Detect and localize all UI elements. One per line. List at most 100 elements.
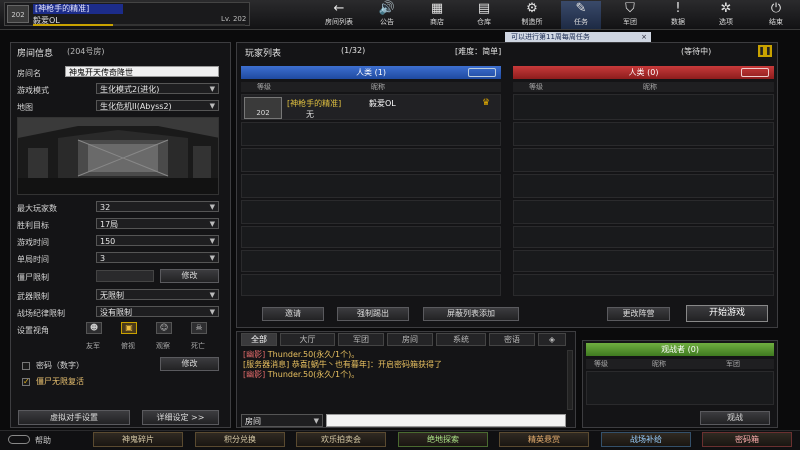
shield-icon: ⛉ (625, 1, 635, 16)
list-item[interactable] (513, 94, 774, 120)
view-setting-label: 设置视角 (17, 326, 49, 335)
discipline-limit-select[interactable]: 没有限制 ▼ (96, 306, 219, 317)
round-time-select[interactable]: 3 ▼ (96, 252, 219, 263)
chat-channel-select[interactable]: 房间 ▼ (241, 414, 323, 427)
footer-explore-button[interactable]: 绝地探索 (398, 432, 488, 447)
swap-team-icon[interactable] (468, 68, 496, 77)
power-icon: ⏻ (770, 1, 782, 16)
help-link[interactable]: 帮助 (35, 435, 51, 446)
win-target-select[interactable]: 17局 ▼ (96, 218, 219, 229)
list-item[interactable] (241, 226, 501, 248)
list-item[interactable] (513, 148, 774, 172)
max-players-select[interactable]: 32 ▼ (96, 201, 219, 212)
list-item[interactable] (241, 274, 501, 296)
spectator-list (586, 371, 774, 405)
pause-icon[interactable]: ❚❚ (758, 45, 772, 57)
clan-name: [神枪手的精准] (33, 4, 123, 14)
nav-clan[interactable]: ⛉ 军团 (610, 1, 650, 29)
virtual-opponent-button[interactable]: 虚拟对手设置 (18, 410, 130, 425)
help-toggle-icon[interactable] (8, 435, 30, 444)
password-edit-button[interactable]: 修改 (160, 357, 219, 371)
settings-icon: ✲ (720, 1, 732, 16)
info-icon: ! (675, 1, 681, 16)
chat-tab-system[interactable]: 系统 (436, 333, 486, 346)
list-item[interactable] (241, 200, 501, 224)
chat-tab-whisper[interactable]: 密语 (489, 333, 535, 346)
weapon-limit-select[interactable]: 无限制 ▼ (96, 289, 219, 300)
list-item[interactable] (241, 174, 501, 198)
chat-tab-lobby[interactable]: 大厅 (280, 333, 335, 346)
view-topdown-icon[interactable]: ▣ (121, 322, 137, 334)
password-checkbox[interactable] (22, 362, 30, 370)
nav-mission[interactable]: ✎ 任务 (561, 1, 601, 29)
map-preview (17, 117, 219, 195)
detail-settings-button[interactable]: 详细设定 >> (142, 410, 219, 425)
nav-notice[interactable]: 🔊 公告 (367, 1, 407, 29)
room-number: (204号房) (67, 47, 105, 56)
chat-tab-all[interactable]: 全部 (241, 333, 277, 346)
shop-icon: ▦ (430, 1, 444, 16)
room-owner-icon: ♛ (482, 98, 491, 108)
unlimited-revive-checkbox[interactable]: ✓ (22, 378, 30, 386)
list-item[interactable] (513, 250, 774, 272)
list-item[interactable] (513, 200, 774, 224)
human-team-header[interactable]: 人类 (1) (241, 66, 501, 79)
chat-tab-room[interactable]: 房间 (387, 333, 433, 346)
list-item[interactable] (513, 122, 774, 146)
zombie-team-header[interactable]: 人类 (0) (513, 66, 774, 79)
game-time-select[interactable]: 150 ▼ (96, 235, 219, 246)
chevron-down-icon: ▼ (209, 203, 215, 211)
player-rank-badge: 202 (244, 97, 282, 119)
nav-warehouse[interactable]: ▤ 仓库 (464, 1, 504, 29)
table-row[interactable]: 202 [神枪手的精准] 毅爱OL 无 ♛ (241, 94, 501, 120)
start-game-button[interactable]: 开始游戏 (686, 305, 768, 322)
human-table-header: 等级 昵称 (241, 82, 501, 92)
swap-team-icon[interactable] (741, 68, 769, 77)
invite-button[interactable]: 邀请 (262, 307, 324, 321)
nav-room-list[interactable]: ← 房间列表 (319, 1, 359, 29)
spectate-button[interactable]: 观战 (700, 411, 770, 425)
rank-badge: 202 (7, 5, 29, 23)
player-count: (1/32) (341, 46, 366, 55)
view-death-icon[interactable]: ☠ (191, 322, 207, 334)
nav-exit[interactable]: ⏻ 结束 (756, 1, 796, 29)
footer-supply-button[interactable]: 战场补给 (601, 432, 691, 447)
chevron-down-icon: ▼ (209, 220, 215, 228)
footer-elite-bounty-button[interactable]: 精英悬赏 (499, 432, 589, 447)
nav-data[interactable]: ! 数据 (658, 1, 698, 29)
view-friendly-icon[interactable]: ☻ (86, 322, 102, 334)
list-item[interactable] (241, 148, 501, 172)
map-select[interactable]: 生化危机II(Abyss2) ▼ (96, 100, 219, 111)
list-item[interactable] (241, 122, 501, 146)
list-item[interactable] (513, 274, 774, 296)
gear-icon: ⚙ (526, 1, 538, 16)
footer-ghost-fragments-button[interactable]: 神鬼碎片 (93, 432, 183, 447)
view-observe-icon[interactable]: ☺ (156, 322, 172, 334)
nav-shop[interactable]: ▦ 商店 (417, 1, 457, 29)
unlimited-revive-label: 僵尸无限复活 (36, 377, 84, 386)
chat-input[interactable] (326, 414, 566, 427)
discipline-limit-label: 战场纪律限制 (17, 309, 65, 318)
block-list-add-button[interactable]: 屏蔽列表添加 (423, 307, 519, 321)
chat-scrollbar[interactable] (567, 350, 573, 410)
emoji-icon[interactable]: ◈ (538, 333, 566, 346)
chat-line: [服务器消息] 恭喜[蜗牛丶也有暮年]：开启密码箱获得了 (243, 360, 443, 369)
list-item[interactable] (513, 226, 774, 248)
chevron-down-icon: ▼ (209, 85, 215, 93)
list-item[interactable] (513, 174, 774, 198)
game-mode-select[interactable]: 生化模式2(进化) ▼ (96, 83, 219, 94)
room-name-input[interactable]: 神鬼开天传奇降世 (65, 66, 219, 77)
kick-button[interactable]: 强制踢出 (337, 307, 409, 321)
chat-line: [幽影] Thunder.50(永久/1个)。 (243, 350, 360, 359)
footer-password-box-button[interactable]: 密码箱 (702, 432, 792, 447)
map-label: 地图 (17, 103, 33, 112)
footer-points-exchange-button[interactable]: 积分兑换 (195, 432, 285, 447)
chat-tab-clan[interactable]: 军团 (338, 333, 384, 346)
nav-workshop[interactable]: ⚙ 制造所 (512, 1, 552, 29)
nav-options[interactable]: ✲ 选项 (706, 1, 746, 29)
list-item[interactable] (241, 250, 501, 272)
room-info-title: 房间信息 (17, 49, 54, 59)
change-team-button[interactable]: 更改阵营 (607, 307, 670, 321)
footer-auction-button[interactable]: 欢乐拍卖会 (296, 432, 386, 447)
zombie-limit-edit-button[interactable]: 修改 (160, 269, 219, 283)
